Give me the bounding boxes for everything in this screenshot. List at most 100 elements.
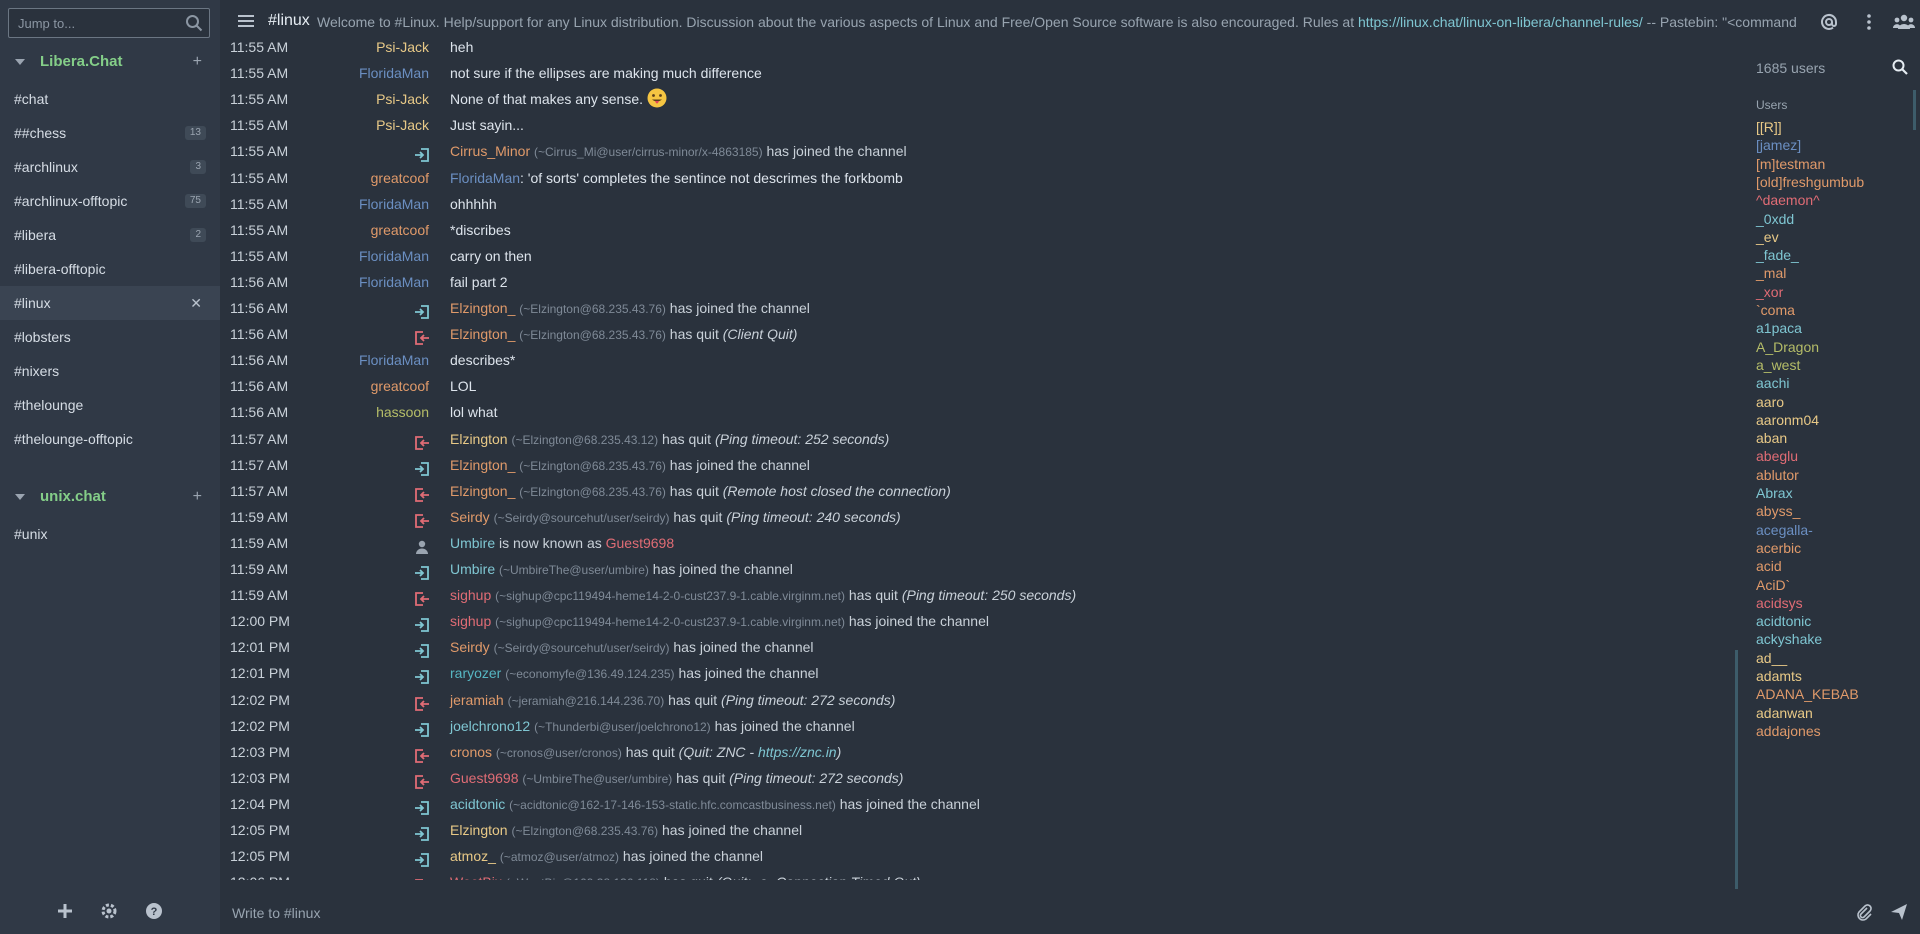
event-nick[interactable]: sighup [450, 587, 491, 603]
event-nick[interactable]: sighup [450, 613, 491, 629]
event-nick[interactable]: Seirdy [450, 509, 490, 525]
user-list-item[interactable]: Abrax [1756, 485, 1793, 501]
user-list-item[interactable]: A_Dragon [1756, 339, 1819, 355]
event-nick[interactable]: jeramiah [450, 692, 504, 708]
help-icon[interactable]: ? [145, 902, 163, 920]
message-author[interactable]: Psi-Jack [376, 86, 429, 112]
plus-icon[interactable] [56, 902, 74, 920]
message-author[interactable]: greatcoof [371, 217, 429, 243]
user-list-item[interactable]: acerbic [1756, 540, 1801, 556]
attachment-icon[interactable] [1855, 903, 1873, 921]
network-header[interactable]: unix.chat + [0, 482, 220, 512]
chevron-down-icon[interactable] [14, 491, 26, 503]
user-list-item[interactable]: ackyshake [1756, 631, 1822, 647]
message-author[interactable]: FloridaMan [359, 60, 429, 86]
jump-to-box[interactable] [8, 8, 210, 38]
user-list-item[interactable]: [[R]] [1756, 119, 1782, 135]
network-name[interactable]: Libera.Chat [40, 53, 123, 70]
more-options-icon[interactable] [1860, 13, 1878, 31]
user-list-item[interactable]: adamts [1756, 668, 1802, 684]
user-list-item[interactable]: a_west [1756, 357, 1800, 373]
event-nick[interactable]: Elzington [450, 822, 508, 838]
mentions-icon[interactable] [1820, 13, 1838, 31]
event-nick[interactable]: atmoz_ [450, 848, 496, 864]
user-list-item[interactable]: ADANA_KEBAB [1756, 686, 1859, 702]
sidebar-item-channel[interactable]: #archlinux-offtopic 75 [0, 184, 220, 218]
user-list-item[interactable]: [jamez] [1756, 137, 1801, 153]
sidebar-item-channel[interactable]: #thelounge-offtopic [0, 422, 220, 456]
user-list-item[interactable]: ablutor [1756, 467, 1799, 483]
user-list-item[interactable]: aban [1756, 430, 1787, 446]
event-nick[interactable]: acidtonic [450, 796, 505, 812]
event-nick[interactable]: Cirrus_Minor [450, 143, 530, 159]
message-author[interactable]: FloridaMan [359, 243, 429, 269]
user-list-item[interactable]: adanwan [1756, 705, 1813, 721]
network-header[interactable]: Libera.Chat + [0, 47, 220, 77]
user-list-item[interactable]: acegalla- [1756, 522, 1813, 538]
event-nick[interactable]: Guest9698 [450, 770, 519, 786]
event-nick[interactable]: joelchrono12 [450, 718, 530, 734]
sidebar-item-channel[interactable]: #libera-offtopic [0, 252, 220, 286]
user-list-item[interactable]: `coma [1756, 302, 1795, 318]
user-list-item[interactable]: aaronm04 [1756, 412, 1819, 428]
message-author[interactable]: FloridaMan [359, 191, 429, 217]
user-list-item[interactable]: a1paca [1756, 320, 1802, 336]
sidebar-item-channel[interactable]: #archlinux 3 [0, 150, 220, 184]
sidebar-item-channel[interactable]: #lobsters [0, 320, 220, 354]
event-nick[interactable]: Seirdy [450, 639, 490, 655]
sidebar-item-channel[interactable]: #linux ✕ [0, 286, 220, 320]
send-icon[interactable] [1890, 903, 1908, 921]
user-list-item[interactable]: addajones [1756, 723, 1821, 739]
user-list-item[interactable]: acid [1756, 558, 1782, 574]
message-author[interactable]: FloridaMan [359, 347, 429, 373]
message-author[interactable]: greatcoof [371, 165, 429, 191]
user-list-item[interactable]: acidsys [1756, 595, 1803, 611]
message-author[interactable]: hassoon [376, 399, 429, 425]
quit-reason-link[interactable]: https://znc.in [758, 744, 837, 760]
user-list-item[interactable]: abyss_ [1756, 503, 1800, 519]
user-list-item[interactable]: abeglu [1756, 448, 1798, 464]
user-list-item[interactable]: _mal [1756, 265, 1786, 281]
users-toggle-icon[interactable] [1893, 13, 1915, 31]
user-list-item[interactable]: aachi [1756, 375, 1789, 391]
hamburger-menu-icon[interactable] [238, 14, 254, 28]
event-nick[interactable]: Elzington_ [450, 483, 515, 499]
sidebar-item-channel[interactable]: #nixers [0, 354, 220, 388]
search-users-icon[interactable] [1892, 59, 1908, 75]
message-input[interactable] [230, 901, 1834, 925]
event-nick[interactable]: raryozer [450, 665, 501, 681]
jump-to-input[interactable] [9, 9, 183, 37]
sidebar-item-channel[interactable]: #thelounge [0, 388, 220, 422]
close-icon[interactable]: ✕ [190, 286, 202, 320]
sidebar-item-channel[interactable]: ##chess 13 [0, 116, 220, 150]
chevron-down-icon[interactable] [14, 56, 26, 68]
event-nick[interactable]: Elzington_ [450, 326, 515, 342]
user-list-item[interactable]: [m]testman [1756, 156, 1825, 172]
userlist-scrollbar[interactable] [1913, 90, 1916, 130]
user-list-item[interactable]: AciD` [1756, 577, 1790, 593]
user-list-item[interactable]: [old]freshgumbub [1756, 174, 1864, 190]
network-name[interactable]: unix.chat [40, 488, 106, 505]
event-nick[interactable]: Elzington [450, 431, 508, 447]
sidebar-item-channel[interactable]: #chat [0, 82, 220, 116]
user-list-item[interactable]: aaro [1756, 394, 1784, 410]
message-scrollbar[interactable] [1735, 650, 1738, 890]
add-channel-icon[interactable]: + [193, 488, 202, 506]
user-list-item[interactable]: ad__ [1756, 650, 1787, 666]
message-author[interactable]: FloridaMan [359, 269, 429, 295]
message-author[interactable]: Psi-Jack [376, 34, 429, 60]
user-list-item[interactable]: _ev [1756, 229, 1779, 245]
user-list-item[interactable]: _fade_ [1756, 247, 1799, 263]
event-nick[interactable]: Elzington_ [450, 457, 515, 473]
search-icon[interactable] [185, 14, 203, 32]
mention-nick[interactable]: FloridaMan [450, 170, 520, 186]
message-author[interactable]: greatcoof [371, 373, 429, 399]
new-nick[interactable]: Guest9698 [606, 535, 675, 551]
sidebar-item-channel[interactable]: #libera 2 [0, 218, 220, 252]
topic-rules-link[interactable]: https://linux.chat/linux-on-libera/chann… [1358, 14, 1643, 30]
user-list-item[interactable]: acidtonic [1756, 613, 1811, 629]
user-list-item[interactable]: ^daemon^ [1756, 192, 1820, 208]
message-author[interactable]: Psi-Jack [376, 112, 429, 138]
user-list-item[interactable]: _0xdd [1756, 211, 1794, 227]
event-nick[interactable]: cronos [450, 744, 492, 760]
